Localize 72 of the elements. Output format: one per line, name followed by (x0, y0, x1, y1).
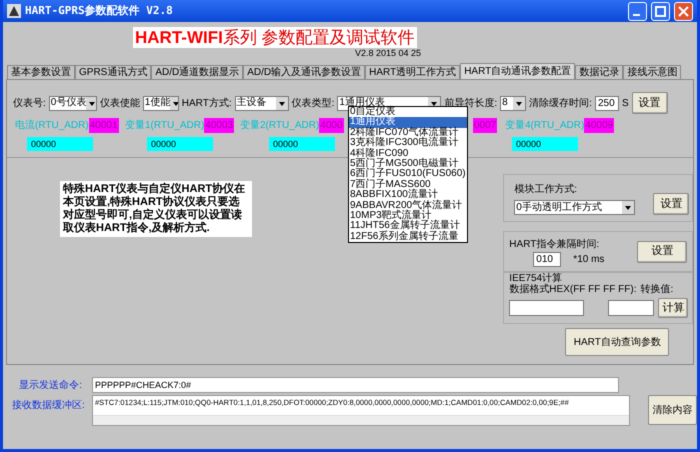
set-button[interactable]: 计算 (658, 298, 688, 318)
minimize-icon (632, 14, 640, 16)
value-display: 00000 (27, 137, 93, 151)
close-button[interactable] (674, 2, 693, 20)
banner-title: HART-WIFI系列 参数配置及调试软件 (133, 27, 417, 48)
tab[interactable]: HART透明工作方式 (365, 65, 460, 79)
set-button[interactable]: 设置 (653, 193, 690, 215)
variable-label: 变量4(RTU_ADR) (505, 118, 584, 133)
version-text: V2.8 2015 04 25 (355, 48, 422, 58)
dropdown-option[interactable]: 6西门子FUS010(FUS060) (349, 169, 467, 180)
clear-button[interactable]: 清除内容 (648, 395, 697, 425)
caret-icon (622, 201, 634, 214)
dropdown-option[interactable]: 3克科隆IFC300电流量计 (349, 138, 467, 149)
address-tag: 0007 (473, 118, 498, 133)
scrollbar[interactable] (93, 415, 630, 425)
label: 清除缓存时间: (529, 96, 592, 110)
label: 仪表类型: (292, 96, 334, 110)
minimize-button[interactable] (628, 2, 647, 20)
label: *10 ms (573, 252, 604, 266)
set-button[interactable]: 设置 (632, 92, 668, 114)
dropdown[interactable]: 1使能 (142, 96, 179, 110)
input-field[interactable]: 250 (594, 96, 619, 110)
app-icon (7, 4, 21, 18)
label: HART指令兼隔时间: (509, 238, 600, 252)
label: S (622, 96, 629, 110)
address-tag: 4000 (319, 118, 344, 133)
value-display: 00000 (512, 137, 578, 151)
input-field[interactable] (608, 300, 654, 316)
dropdown[interactable]: 0号仪表 (48, 96, 97, 110)
variable-label: 变量2(RTU_ADR) (240, 118, 320, 133)
dropdown-option[interactable]: 8ABBFIX100流量计 (349, 190, 467, 201)
send-command-field[interactable]: PPPPPP#CHEACK7:0# (92, 377, 619, 393)
label: IEE754计算 (509, 273, 564, 284)
label: 转换值: (640, 284, 674, 296)
tab[interactable]: GPRS通讯方式 (75, 65, 152, 79)
maximize-icon (655, 6, 666, 16)
tab[interactable]: 接线示意图 (623, 65, 682, 79)
dropdown-option[interactable]: 12F56系列金属转子流量 (349, 232, 467, 242)
label: 数据格式HEX(FF FF FF FF): (509, 284, 636, 296)
dropdown[interactable]: 8 (500, 96, 526, 110)
variable-label: 变量1(RTU_ADR) (125, 118, 204, 133)
auto-query-button[interactable]: HART自动查询参数 (565, 328, 670, 356)
value-display: 00000 (147, 137, 213, 151)
note-text: 特殊HART仪表与自定仪HART协仪在本页设置,特殊HART协议仪表只要选对应型号即可,自定义仪表可以设置读取仪表HART指令,及解析方式. (60, 181, 252, 237)
address-tag: 40001 (88, 118, 119, 133)
tab[interactable]: AD/D通道数据显示 (151, 65, 244, 79)
tab[interactable]: 基本参数设置 (7, 65, 75, 79)
label: 仪表号: (13, 96, 46, 110)
caret-icon (513, 96, 526, 110)
tab[interactable]: AD/D输入及通讯参数设置 (243, 65, 366, 79)
close-icon (678, 6, 689, 16)
value-display: 00000 (269, 137, 335, 151)
set-button[interactable]: 设置 (637, 240, 688, 262)
caret-icon (276, 96, 288, 110)
maximize-button[interactable] (651, 2, 670, 20)
label: 模块工作方式: (514, 182, 578, 197)
dropdown[interactable]: 0手动透明工作方式 (514, 200, 636, 215)
address-tag: 40003 (204, 118, 234, 133)
tab[interactable]: HART自动通讯参数配置 (460, 63, 576, 79)
input-field[interactable]: 010 (533, 252, 562, 266)
tab[interactable]: 数据记录 (575, 65, 624, 79)
dropdown[interactable]: 主设备 (234, 96, 289, 110)
send-command-label: 显示发送命令: (18, 378, 82, 392)
variable-label: 电流(RTU_ADR) (15, 118, 89, 133)
input-field[interactable] (509, 300, 584, 316)
label: HART方式: (182, 96, 232, 110)
caret-icon (86, 96, 96, 110)
label: 仪表使能 (100, 96, 140, 110)
dropdown-option[interactable]: 11JHT56金属转子流量计 (349, 221, 467, 232)
address-tag: 40009 (584, 118, 614, 133)
receive-buffer-label: 接收数据缓冲区: (12, 398, 82, 413)
window-title: HART-GPRS参数配软件 V2.8 (25, 2, 173, 19)
